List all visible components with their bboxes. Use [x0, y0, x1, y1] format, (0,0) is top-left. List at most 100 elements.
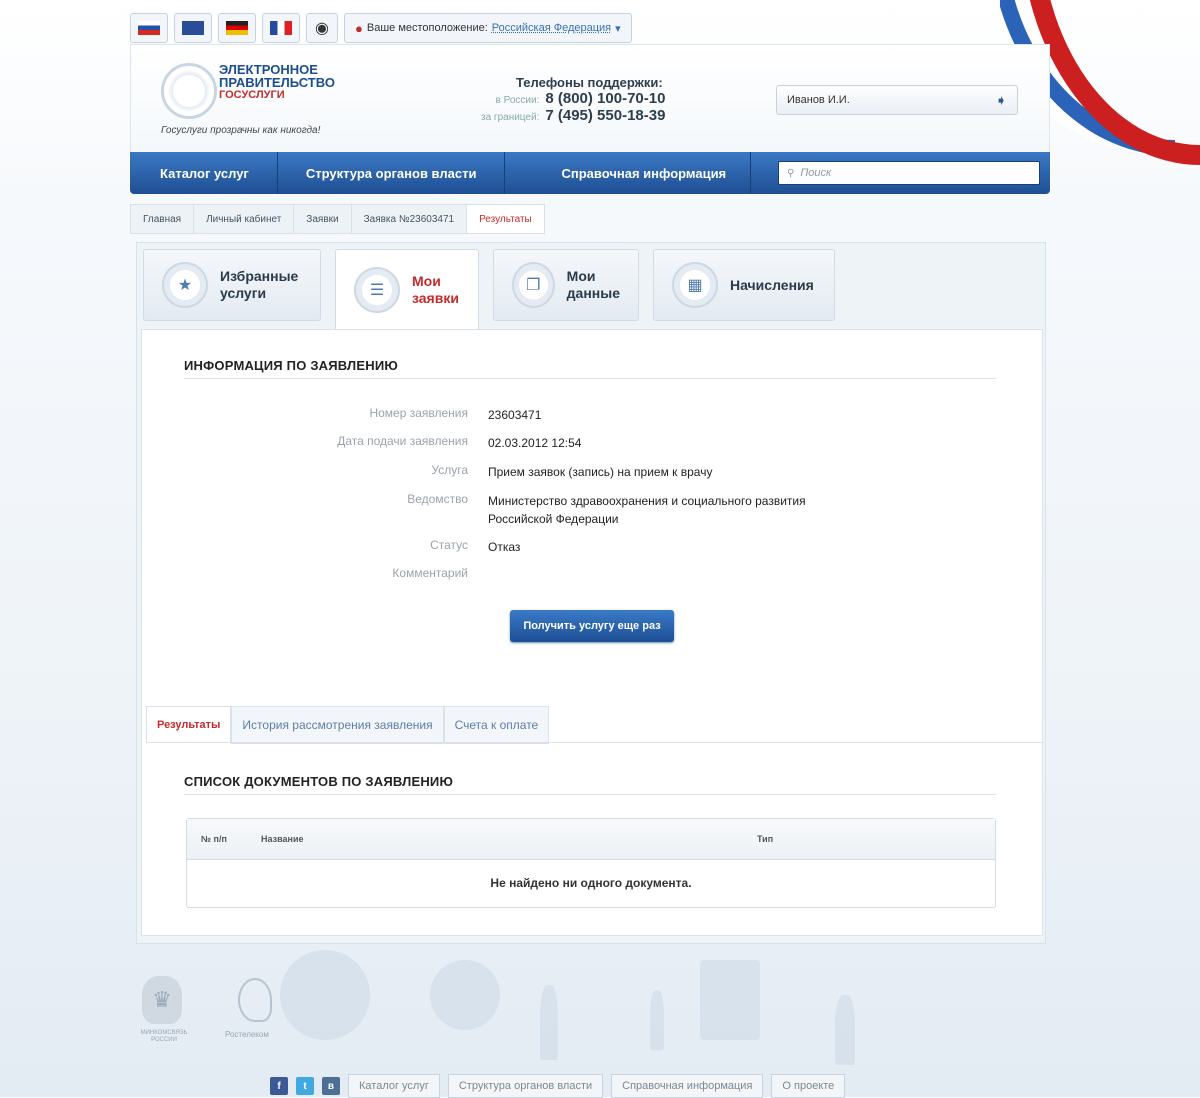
nav-catalog[interactable]: Каталог услуг: [130, 152, 278, 194]
footer-illustration: ♛ МИНКОМСВЯЗЬ РОССИИ Ростелеком: [130, 940, 1050, 1070]
tab-my-applications[interactable]: ☰ Мои заявки: [335, 249, 479, 331]
search-input[interactable]: ⚲ Поиск: [778, 161, 1040, 185]
info-value: Прием заявок (запись) на прием к врачу: [488, 465, 713, 479]
tab-label-line1: Мои: [566, 268, 596, 284]
footer-link-catalog[interactable]: Каталог услуг: [348, 1074, 440, 1098]
calculator-icon: ▦: [672, 262, 718, 308]
phone-russia: 8 (800) 100-70-10: [545, 90, 666, 107]
user-account-box[interactable]: Иванов И.И. ➧: [776, 85, 1018, 115]
person-silhouette: [540, 985, 558, 1060]
top-bar: ◉ ● Ваше местоположение: Российская Феде…: [130, 12, 632, 44]
section-divider: [184, 378, 996, 379]
section-divider: [184, 794, 996, 795]
column-header-type: Тип: [757, 834, 774, 844]
tab-favorite-services[interactable]: ★ Избранные услуги: [143, 249, 321, 321]
empty-table-message: Не найдено ни одного документа.: [490, 876, 692, 890]
search-icon: ⚲: [787, 167, 795, 179]
location-value-link[interactable]: Российская Федерация: [492, 22, 611, 34]
subtab-invoices[interactable]: Счета к оплате: [443, 706, 550, 744]
person-silhouette: [835, 995, 855, 1065]
language-en-button[interactable]: [174, 13, 212, 43]
info-row-number: Номер заявления 23603471: [142, 406, 1042, 424]
location-label: Ваше местоположение:: [366, 22, 488, 34]
logo-text[interactable]: ЭЛЕКТРОННОЕ ПРАВИТЕЛЬСТВО ГОСУСЛУГИ: [219, 63, 335, 102]
tab-label-line1: Начисления: [730, 276, 814, 293]
nav-reference[interactable]: Справочная информация: [505, 152, 752, 194]
rostelecom-caption: Ростелеком: [225, 1030, 269, 1039]
ministry-caption: МИНКОМСВЯЗЬ РОССИИ: [140, 1030, 188, 1043]
chevron-down-icon: ▾: [615, 22, 621, 35]
info-label: Статус: [430, 538, 468, 552]
info-row-date: Дата подачи заявления 02.03.2012 12:54: [142, 434, 1042, 452]
twitter-icon[interactable]: t: [296, 1077, 314, 1095]
phone-abroad: 7 (495) 550-18-39: [545, 107, 666, 124]
subtab-history[interactable]: История рассмотрения заявления: [231, 706, 444, 744]
status-value: Отказ: [488, 540, 521, 554]
breadcrumb-cabinet[interactable]: Личный кабинет: [193, 204, 294, 234]
location-pin-icon: ●: [355, 20, 363, 36]
support-title: Телефоны поддержки:: [516, 75, 663, 90]
person-silhouette: [650, 990, 664, 1050]
info-section-title: ИНФОРМАЦИЯ ПО ЗАЯВЛЕНИЮ: [184, 358, 398, 373]
rostelecom-logo-icon: [238, 978, 272, 1022]
info-label: Номер заявления: [369, 406, 468, 420]
vk-icon[interactable]: в: [322, 1077, 340, 1095]
star-user-icon: ★: [162, 262, 208, 308]
info-value: Министерство здравоохранения и социально…: [488, 494, 806, 526]
documents-table: № п/п Название Тип Не найдено ни одного …: [186, 818, 996, 908]
tagline: Госуслуги прозрачны как никогда!: [161, 125, 321, 136]
folder-icon: ❐: [512, 262, 555, 308]
cabinet-panel: ★ Избранные услуги ☰ Мои заявки ❐ Мои данны…: [136, 242, 1046, 944]
info-value: [488, 566, 908, 580]
phone-abroad-label: за границей:: [481, 112, 540, 123]
language-fr-button[interactable]: [262, 13, 300, 43]
tab-label-line2: данные: [566, 285, 620, 301]
flag-de-icon: [226, 21, 248, 35]
footer-link-authorities[interactable]: Структура органов власти: [447, 1074, 604, 1098]
gosuslugi-logo-icon[interactable]: [161, 63, 217, 119]
info-label: Дата подачи заявления: [337, 434, 468, 448]
table-header: № п/п Название Тип: [187, 819, 995, 860]
flag-fr-icon: [270, 21, 292, 35]
tab-label-line1: Мои: [412, 273, 441, 289]
result-subtabs: Результаты История рассмотрения заявлени…: [146, 706, 550, 744]
logout-icon[interactable]: ➧: [995, 92, 1007, 109]
accessibility-toggle[interactable]: ◉: [306, 13, 338, 43]
cabinet-tabs: ★ Избранные услуги ☰ Мои заявки ❐ Мои данны…: [143, 249, 835, 331]
breadcrumb-applications[interactable]: Заявки: [293, 204, 351, 234]
documents-section-title: СПИСОК ДОКУМЕНТОВ ПО ЗАЯВЛЕНИЮ: [184, 774, 454, 789]
info-row-comment: Комментарий: [142, 566, 1042, 580]
support-phones: Телефоны поддержки: в России: 8 (800) 100…: [481, 75, 665, 124]
info-label: Ведомство: [407, 492, 468, 506]
info-label: Комментарий: [392, 566, 468, 580]
column-header-name: Название: [261, 834, 304, 844]
info-row-status: Статус Отказ: [142, 538, 1042, 556]
building-silhouette: [700, 960, 760, 1040]
search-placeholder: Поиск: [800, 167, 832, 179]
russian-emblem-icon: ♛: [142, 976, 182, 1024]
footer-link-about[interactable]: О проекте: [771, 1074, 846, 1098]
tab-my-data[interactable]: ❐ Мои данные: [493, 249, 639, 321]
footer-link-reference[interactable]: Справочная информация: [611, 1074, 764, 1098]
breadcrumb-application[interactable]: Заявка №23603471: [350, 204, 467, 234]
tree-silhouette: [430, 960, 500, 1030]
location-selector[interactable]: ● Ваше местоположение: Российская Федера…: [344, 13, 632, 43]
logo-line-2: ПРАВИТЕЛЬСТВО: [219, 75, 335, 90]
tree-silhouette: [280, 950, 370, 1040]
tab-charges[interactable]: ▦ Начисления: [653, 249, 835, 321]
flag-uk-icon: [182, 21, 204, 35]
application-content: ИНФОРМАЦИЯ ПО ЗАЯВЛЕНИЮ Номер заявления …: [141, 329, 1043, 936]
breadcrumb-home[interactable]: Главная: [130, 204, 194, 234]
tab-label-line2: услуги: [220, 285, 267, 301]
footer-links: f t в Каталог услуг Структура органов вл…: [270, 1074, 846, 1098]
column-header-number: № п/п: [201, 834, 227, 844]
language-de-button[interactable]: [218, 13, 256, 43]
info-row-department: Ведомство Министерство здравоохранения и…: [142, 492, 1042, 528]
logo-line-3: ГОСУСЛУГИ: [219, 89, 285, 101]
language-ru-button[interactable]: [130, 13, 168, 43]
flag-ru-icon: [138, 21, 160, 35]
facebook-icon[interactable]: f: [270, 1077, 288, 1095]
subtab-results[interactable]: Результаты: [146, 706, 232, 744]
nav-authorities[interactable]: Структура органов власти: [278, 152, 506, 194]
get-service-again-button[interactable]: Получить услугу еще раз: [510, 610, 674, 642]
